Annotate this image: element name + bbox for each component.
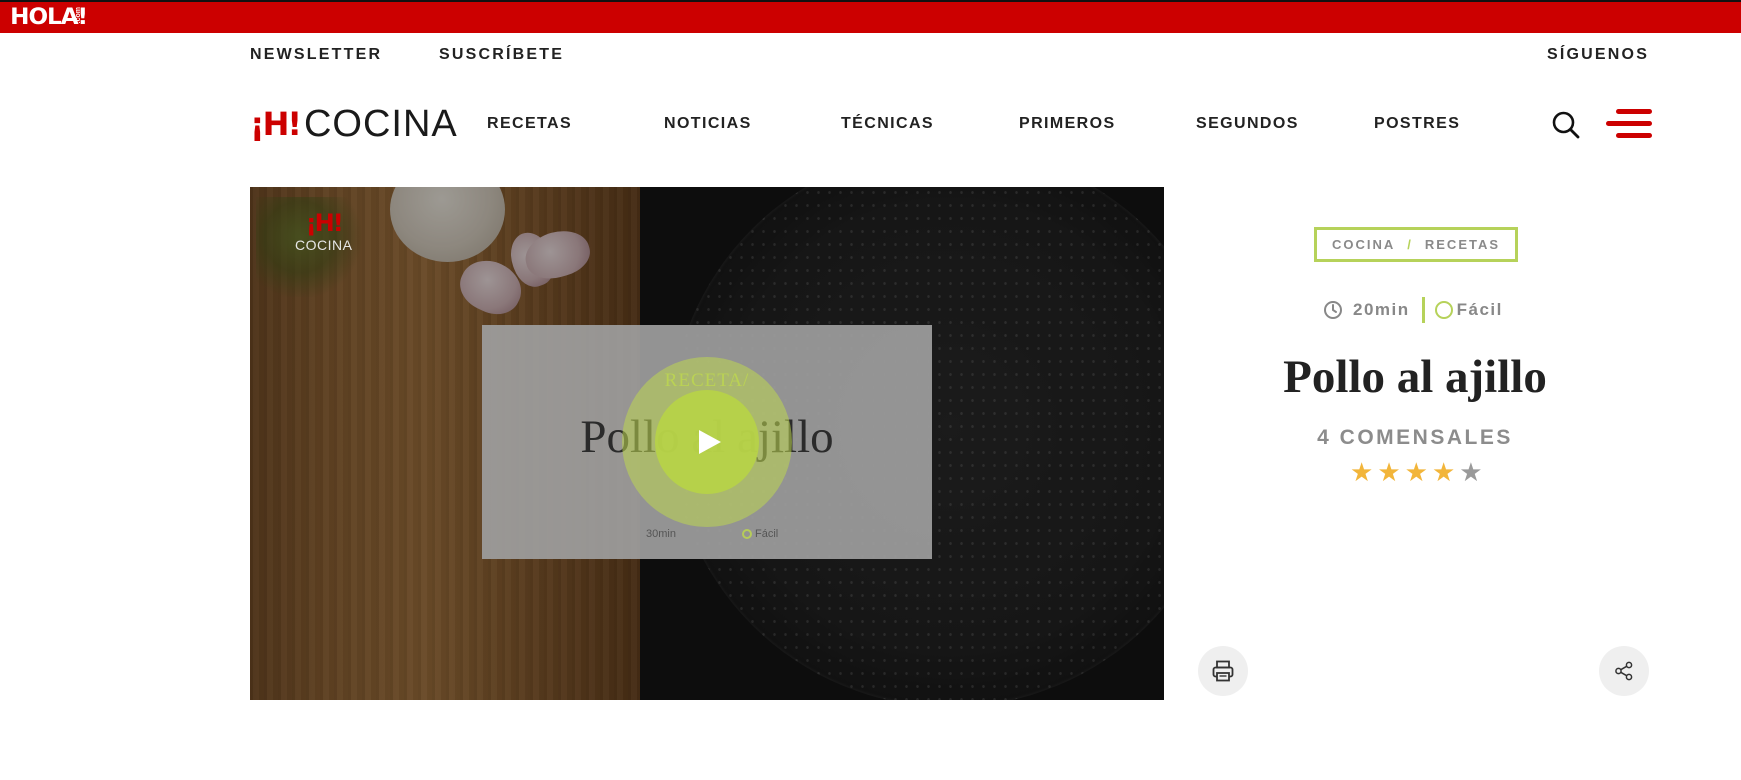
star-filled-icon[interactable]: ★ (1432, 460, 1455, 486)
video-card-time: 30min (646, 528, 676, 540)
breadcrumb: COCINA / RECETAS (1314, 227, 1518, 262)
subscribe-link[interactable]: SUSCRÍBETE (439, 46, 564, 64)
play-icon[interactable] (699, 430, 721, 454)
nav-tecnicas[interactable]: TÉCNICAS (841, 115, 934, 133)
recipe-meta: 20min Fácil (1323, 296, 1503, 324)
watermark-text: COCINA (295, 237, 353, 253)
video-watermark: ¡H! COCINA (295, 209, 352, 253)
clock-icon (1324, 301, 1342, 319)
watermark-mark: ¡H! (305, 209, 344, 237)
meta-divider (1421, 297, 1425, 323)
print-icon (1212, 660, 1234, 682)
star-filled-icon[interactable]: ★ (1377, 460, 1400, 486)
star-empty-icon[interactable]: ★ (1459, 460, 1482, 486)
nav-primeros[interactable]: PRIMEROS (1019, 115, 1116, 133)
follow-us-link[interactable]: SÍGUENOS (1547, 46, 1649, 64)
difficulty-circle-icon (742, 529, 752, 539)
breadcrumb-recetas[interactable]: RECETAS (1425, 237, 1500, 252)
rating-stars[interactable]: ★ ★ ★ ★ ★ (1350, 460, 1483, 486)
recipe-video-player[interactable]: ¡H! COCINA RECETA/ Pollo al ajillo 30min… (250, 187, 1164, 700)
cocina-logo-text: COCINA (303, 102, 458, 145)
video-card-difficulty: Fácil (742, 528, 778, 540)
nav-noticias[interactable]: NOTICIAS (664, 115, 752, 133)
recipe-title: Pollo al ajillo (1283, 351, 1547, 403)
share-icon (1615, 661, 1633, 681)
newsletter-link[interactable]: NEWSLETTER (250, 46, 382, 64)
nav-recetas[interactable]: RECETAS (487, 115, 572, 133)
recipe-difficulty: Fácil (1456, 300, 1503, 319)
star-filled-icon[interactable]: ★ (1350, 460, 1373, 486)
nav-segundos[interactable]: SEGUNDOS (1196, 115, 1299, 133)
star-filled-icon[interactable]: ★ (1405, 460, 1428, 486)
search-icon[interactable] (1551, 110, 1581, 140)
breadcrumb-separator: / (1407, 237, 1413, 252)
cocina-logo-mark: ¡H! (250, 105, 302, 143)
share-button[interactable] (1599, 646, 1649, 696)
nav-postres[interactable]: POSTRES (1374, 115, 1460, 133)
breadcrumb-cocina[interactable]: COCINA (1332, 237, 1395, 252)
hamburger-menu-icon[interactable] (1606, 107, 1652, 141)
top-brand-bar: HOLA! .com (0, 0, 1741, 33)
recipe-servings: 4 COMENSALES (1317, 426, 1513, 449)
difficulty-circle-icon (1434, 301, 1453, 319)
print-button[interactable] (1198, 646, 1248, 696)
recipe-time: 20min (1353, 300, 1410, 319)
cocina-logo[interactable]: ¡H! COCINA (250, 102, 458, 145)
hola-logo-suffix: .com (75, 7, 82, 24)
